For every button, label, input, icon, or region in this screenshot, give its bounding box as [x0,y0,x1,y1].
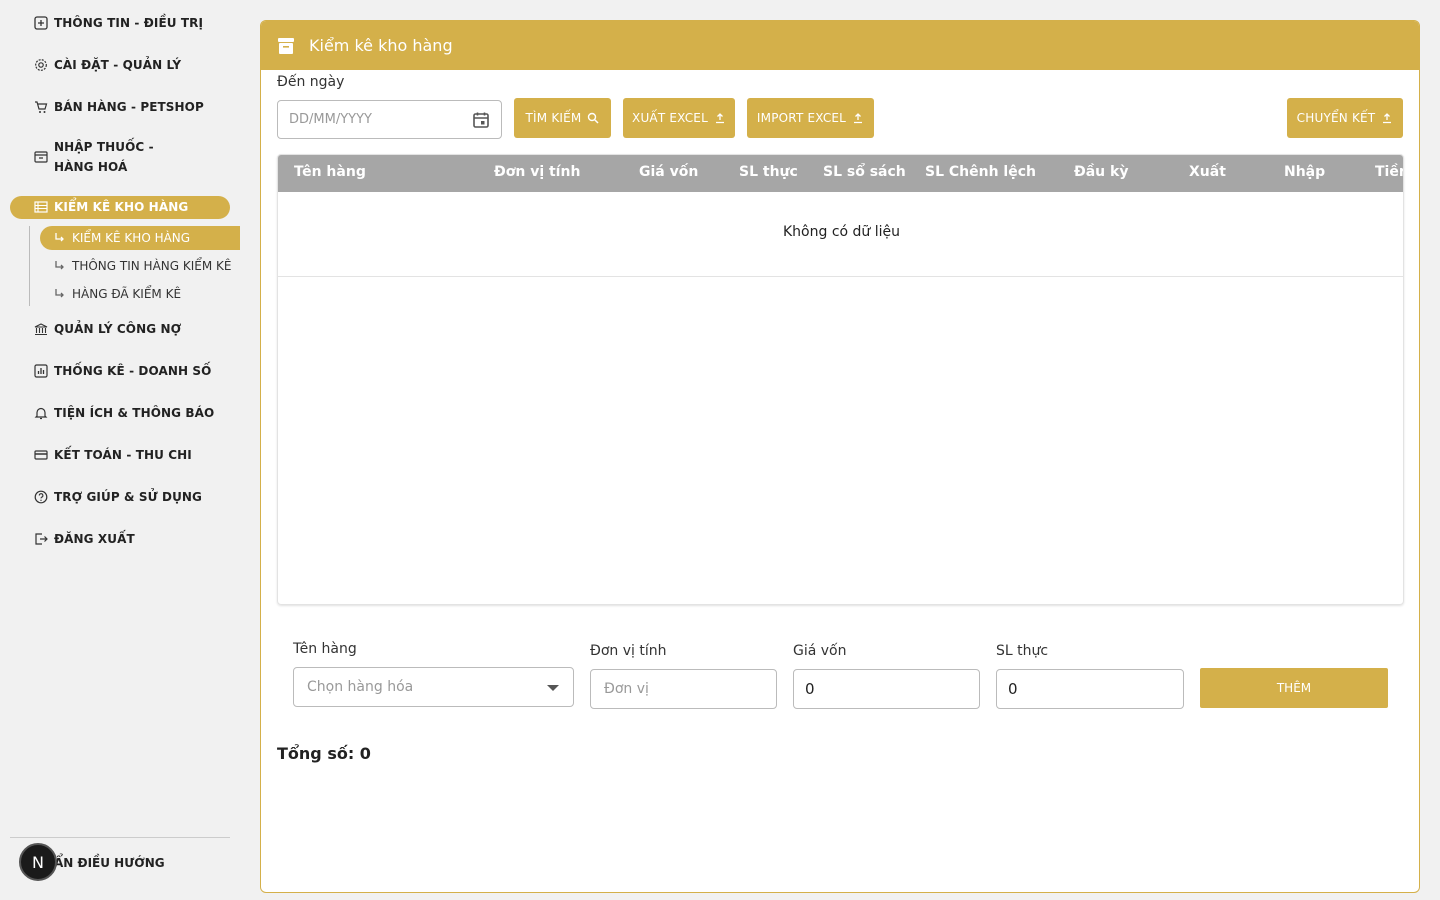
add-button[interactable]: THÊM [1200,668,1388,708]
nav-item-label: CÀI ĐẶT - QUẢN LÝ [54,58,182,72]
inventory-panel: Kiểm kê kho hàng Đến ngày DD/MM/YYYY TÌM… [260,20,1420,893]
subnav-item-label: THÔNG TIN HÀNG KIỂM KÊ [72,259,232,273]
subdirectory-arrow-icon [54,288,66,300]
n-logo-badge[interactable]: N [19,843,57,881]
cart-icon [34,100,48,114]
nav-item-label: TIỆN ÍCH & THÔNG BÁO [54,406,215,420]
total-count: Tổng số: 0 [277,744,371,763]
collapse-navigation-button[interactable]: ẨN ĐIỀU HƯỚNG [54,856,165,870]
subnav-item-label: KIỂM KÊ KHO HÀNG [72,231,191,245]
nav-item-label: THÔNG TIN - ĐIỀU TRỊ [54,16,204,30]
submenu-line [29,226,30,306]
product-select-placeholder: Chọn hàng hóa [307,679,414,695]
transfer-button[interactable]: CHUYỂN KẾT [1287,98,1403,138]
nav-item-accounting[interactable]: KẾT TOÁN - THU CHI [34,445,192,465]
nav-item-treatment-info[interactable]: THÔNG TIN - ĐIỀU TRỊ [34,13,203,33]
upload-icon [1383,113,1392,124]
archive-icon [34,150,48,164]
unit-label: Đơn vị tính [590,643,667,659]
import-excel-button[interactable]: IMPORT EXCEL [747,98,874,138]
nav-item-statistics[interactable]: THỐNG KÊ - DOANH SỐ [34,361,211,381]
sidebar: THÔNG TIN - ĐIỀU TRỊ CÀI ĐẶT - QUẢN LÝ B… [0,0,240,900]
calendar-icon[interactable] [471,110,491,130]
nav-item-utilities[interactable]: TIỆN ÍCH & THÔNG BÁO [34,403,214,423]
gear-icon [34,58,48,72]
column-header-export[interactable]: Xuất [1189,164,1226,180]
product-select[interactable]: Chọn hàng hóa [293,667,574,707]
transfer-button-label: CHUYỂN KẾT [1296,111,1376,125]
nav-item-label: THỐNG KÊ - DOANH SỐ [54,364,212,378]
subnav-item-inventory-info[interactable]: THÔNG TIN HÀNG KIỂM KÊ [54,254,231,278]
date-label: Đến ngày [277,74,345,90]
nav-item-petshop[interactable]: BÁN HÀNG - PETSHOP [34,97,204,117]
chart-icon [34,364,48,378]
nav-item-label: TRỢ GIÚP & SỬ DỤNG [54,490,203,504]
cost-input[interactable]: 0 [793,669,980,709]
cost-label: Giá vốn [793,643,847,659]
export-excel-button[interactable]: XUẤT EXCEL [623,98,735,138]
subnav-item-label: HÀNG ĐÃ KIỂM KÊ [72,287,182,301]
nav-item-help[interactable]: TRỢ GIÚP & SỬ DỤNG [34,487,202,507]
inventory-table: Tên hàng Đơn vị tính Giá vốn SL thực SL … [277,154,1404,605]
nav-item-settings[interactable]: CÀI ĐẶT - QUẢN LÝ [34,55,181,75]
page-title: Kiểm kê kho hàng [309,36,453,55]
column-header-cost[interactable]: Giá vốn [639,164,698,180]
search-button[interactable]: TÌM KIẾM [514,98,611,138]
column-header-unit[interactable]: Đơn vị tính [494,164,580,180]
help-icon [34,490,48,504]
subnav-item-checked-goods[interactable]: HÀNG ĐÃ KIỂM KÊ [54,282,181,306]
subdirectory-arrow-icon [54,232,66,244]
medical-info-icon [34,16,48,30]
nav-item-label: ĐĂNG XUẤT [54,532,135,546]
unit-input[interactable]: Đơn vị [590,669,777,709]
column-header-opening[interactable]: Đầu kỳ [1074,164,1128,180]
nav-item-debt[interactable]: QUẢN LÝ CÔNG NỢ [34,319,181,339]
upload-icon [854,113,863,124]
nav-item-label: KẾT TOÁN - THU CHI [54,448,192,462]
nav-item-label: QUẢN LÝ CÔNG NỢ [54,322,182,336]
nav-item-label: BÁN HÀNG - PETSHOP [54,100,204,114]
export-excel-label: XUẤT EXCEL [632,111,708,125]
nav-item-label: NHẬP THUỐC - HÀNG HOÁ [54,140,154,174]
date-placeholder: DD/MM/YYYY [289,112,372,127]
search-button-label: TÌM KIẾM [525,111,582,125]
chevron-down-icon [547,685,559,691]
unit-input-placeholder: Đơn vị [604,681,649,697]
column-header-import[interactable]: Nhập [1284,164,1325,180]
card-icon [34,448,48,462]
list-icon [34,200,48,214]
upload-icon [715,113,724,124]
column-header-diff-qty[interactable]: SL Chênh lệch [925,164,1036,180]
empty-state-text: Không có dữ liệu [782,224,901,240]
date-input[interactable]: DD/MM/YYYY [277,100,502,139]
actual-qty-label: SL thực [996,643,1049,659]
cost-input-value: 0 [805,680,815,698]
nav-item-label: KIỂM KÊ KHO HÀNG [54,200,189,214]
sidebar-divider [10,837,230,838]
nav-item-logout[interactable]: ĐĂNG XUẤT [34,529,135,549]
panel-header: Kiểm kê kho hàng [261,21,1419,70]
bell-icon [34,406,48,420]
logout-icon [34,532,48,546]
column-header-book-qty[interactable]: SL sổ sách [823,164,906,180]
search-icon [588,112,600,124]
subnav-item-inventory-check[interactable]: KIỂM KÊ KHO HÀNG [54,226,190,250]
archive-icon [277,37,295,55]
import-excel-label: IMPORT EXCEL [756,111,847,125]
column-header-actual-qty[interactable]: SL thực [739,164,798,180]
actual-qty-input[interactable]: 0 [996,669,1184,709]
table-header: Tên hàng Đơn vị tính Giá vốn SL thực SL … [278,155,1403,192]
table-empty-row: Không có dữ liệu [278,192,1403,277]
bank-icon [34,322,48,336]
nav-item-import-goods[interactable]: NHẬP THUỐC - HÀNG HOÁ [34,137,194,177]
product-label: Tên hàng [293,641,357,657]
column-header-product-name[interactable]: Tên hàng [294,164,366,180]
actual-qty-input-value: 0 [1008,680,1018,698]
subdirectory-arrow-icon [54,260,66,272]
column-header-amount[interactable]: Tiền [1375,164,1403,180]
nav-item-inventory-check[interactable]: KIỂM KÊ KHO HÀNG [34,197,188,217]
